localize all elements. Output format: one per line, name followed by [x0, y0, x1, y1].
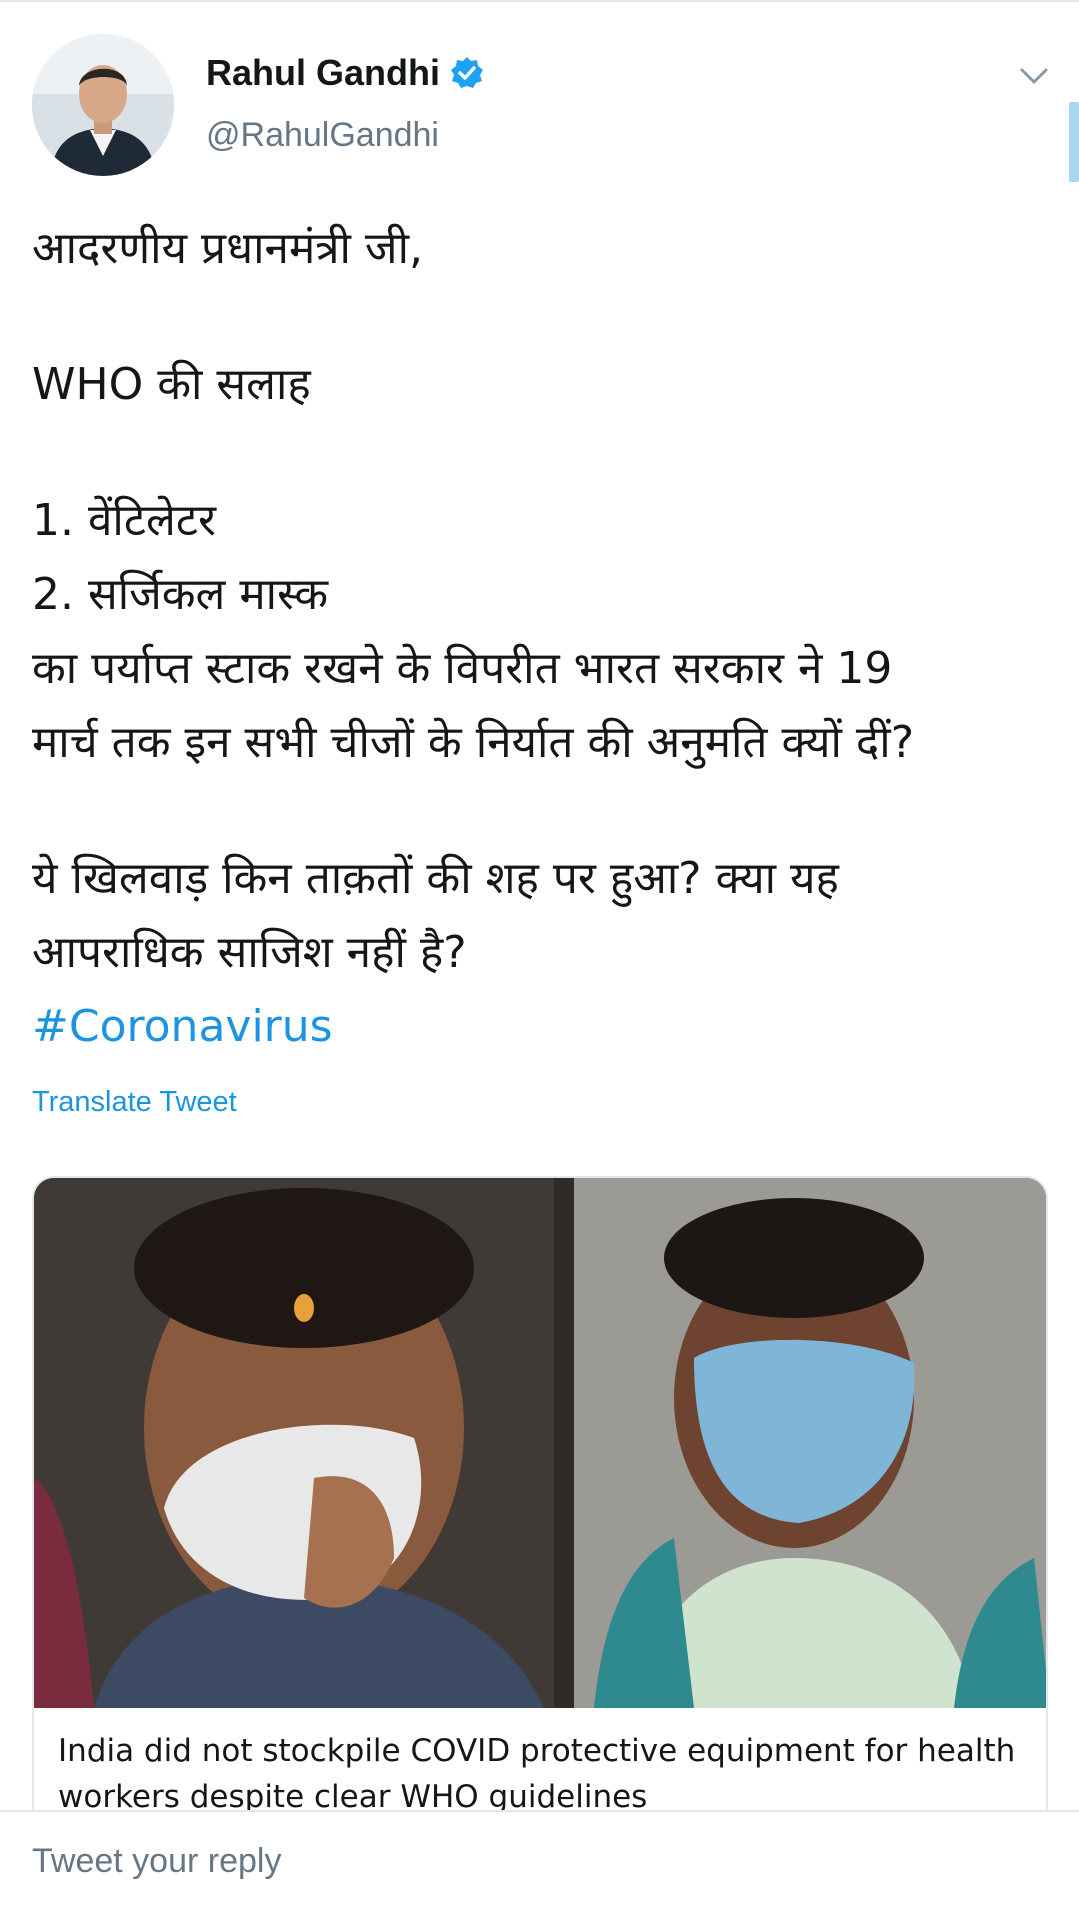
- tweet-spacer: [32, 780, 1052, 842]
- avatar[interactable]: [32, 34, 174, 176]
- author-display-name[interactable]: Rahul Gandhi: [206, 52, 440, 94]
- tweet-line: 1. वेंटिलेटर: [32, 495, 217, 546]
- top-divider: [0, 0, 1079, 2]
- tweet-line: का पर्याप्त स्टाक रखने के विपरीत भारत सर…: [32, 643, 893, 694]
- tweet-spacer: [32, 286, 1052, 348]
- tweet-line: आदरणीय प्रधानमंत्री जी,: [32, 223, 423, 274]
- reply-input[interactable]: [32, 1834, 1032, 1888]
- tweet-line: मार्च तक इन सभी चीजों के निर्यात की अनुम…: [32, 717, 915, 768]
- chevron-down-icon[interactable]: [1016, 58, 1052, 94]
- verified-badge-icon: [450, 56, 484, 90]
- author-handle[interactable]: @RahulGandhi: [206, 116, 439, 155]
- tweet-line: ये खिलवाड़ किन ताक़तों की शह पर हुआ? क्य…: [32, 853, 839, 904]
- tweet-line: आपराधिक साजिश नहीं है?: [32, 927, 467, 978]
- card-image[interactable]: [34, 1178, 1046, 1708]
- link-card[interactable]: India did not stockpile COVID protective…: [32, 1176, 1048, 1896]
- tweet-text: आदरणीय प्रधानमंत्री जी, WHO की सलाह 1. व…: [32, 212, 1052, 1064]
- card-title[interactable]: India did not stockpile COVID protective…: [58, 1728, 1028, 1820]
- avatar-photo: [32, 34, 174, 176]
- tweet-spacer: [32, 422, 1052, 484]
- hashtag-link[interactable]: #Coronavirus: [32, 990, 1052, 1064]
- tweet-line: WHO की सलाह: [32, 359, 311, 410]
- translate-tweet-link[interactable]: Translate Tweet: [32, 1086, 237, 1119]
- scrollbar-thumb[interactable]: [1069, 102, 1079, 182]
- tweet-line: 2. सर्जिकल मास्क: [32, 569, 328, 620]
- author-name-row[interactable]: Rahul Gandhi: [206, 52, 484, 94]
- reply-bar: [0, 1810, 1079, 1908]
